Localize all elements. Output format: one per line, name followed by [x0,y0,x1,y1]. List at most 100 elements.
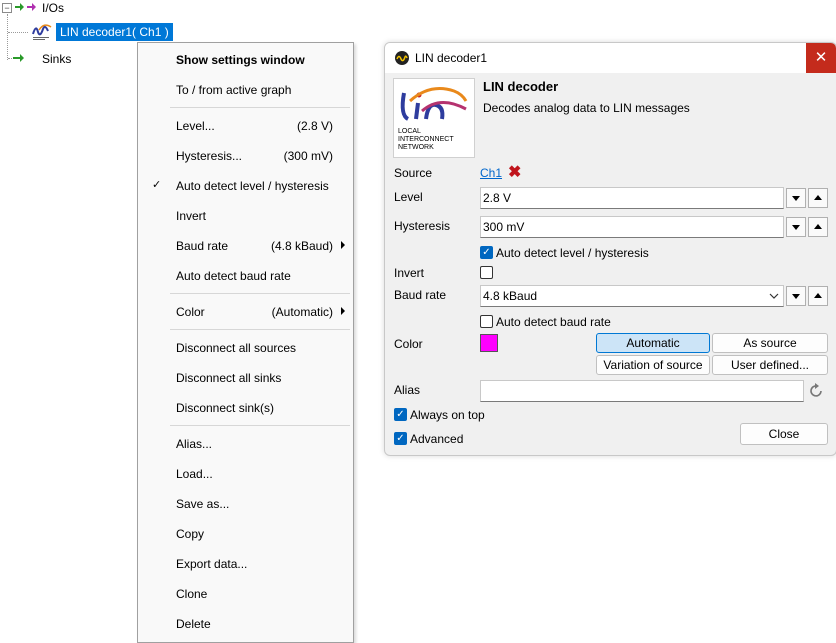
check-icon: ✓ [152,179,162,191]
baud-rate-label: Baud rate [394,288,447,302]
auto-detect-baud-label: Auto detect baud rate [496,315,611,329]
logo-caption: NETWORK [398,144,434,151]
menu-item-label: Copy [176,527,205,541]
always-on-top-label: Always on top [410,408,485,422]
menu-disconnect-all-sinks[interactable]: Disconnect all sinks [138,367,353,389]
baud-increment-button[interactable] [808,286,828,306]
tree-line [8,32,28,33]
lin-logo-graphic [400,87,468,121]
settings-dialog: LIN decoder1 ✕ LOCAL INTERCONNECT NETWOR… [384,42,836,456]
always-on-top-checkbox[interactable]: ✓ [394,408,407,421]
remove-source-icon[interactable]: ✖ [508,162,521,182]
menu-hysteresis[interactable]: Hysteresis... (300 mV) [138,145,353,167]
tree-sinks-label[interactable]: Sinks [42,52,71,66]
menu-item-value: (Automatic) [271,305,333,319]
source-label: Source [394,166,433,180]
menu-to-from-graph[interactable]: To / from active graph [138,79,353,101]
menu-item-label: Auto detect baud rate [176,269,291,283]
menu-copy[interactable]: Copy [138,523,353,545]
baud-decrement-button[interactable] [786,286,806,306]
submenu-arrow-icon [341,307,345,315]
menu-separator [170,425,350,426]
lin-logo: LOCAL INTERCONNECT NETWORK [393,78,475,158]
chevron-up-icon [814,293,822,298]
menu-separator [170,293,350,294]
tree-root-label[interactable]: I/Os [42,1,64,15]
context-menu: Show settings window To / from active gr… [137,42,354,643]
reset-icon[interactable] [809,383,825,399]
level-decrement-button[interactable] [786,188,806,208]
hysteresis-value: 300 mV [483,220,525,234]
hysteresis-label: Hysteresis [394,219,451,233]
menu-clone[interactable]: Clone [138,583,353,605]
chevron-up-icon [814,224,822,229]
chevron-down-icon [769,293,779,299]
menu-item-label: Disconnect all sources [176,341,297,355]
hysteresis-decrement-button[interactable] [786,217,806,237]
baud-rate-value: 4.8 kBaud [483,289,538,303]
menu-item-value: (300 mV) [283,149,333,163]
auto-detect-baud-checkbox[interactable] [480,315,493,328]
menu-item-label: Save as... [176,497,230,511]
menu-item-label: Color [176,305,205,319]
menu-alias[interactable]: Alias... [138,433,353,455]
level-input[interactable]: 2.8 V [480,187,784,209]
color-variation-button[interactable]: Variation of source [596,355,710,375]
menu-item-label: Disconnect all sinks [176,371,282,385]
color-swatch[interactable] [480,334,498,352]
submenu-arrow-icon [341,241,345,249]
color-label: Color [394,337,423,351]
menu-export-data[interactable]: Export data... [138,553,353,575]
menu-separator [170,107,350,108]
auto-detect-level-checkbox[interactable]: ✓ [480,246,493,259]
menu-item-label: Show settings window [176,53,305,67]
menu-disconnect-all-sources[interactable]: Disconnect all sources [138,337,353,359]
menu-show-settings[interactable]: Show settings window [138,49,353,71]
menu-item-label: Disconnect sink(s) [176,401,275,415]
color-automatic-button[interactable]: Automatic [596,333,710,353]
menu-level[interactable]: Level... (2.8 V) [138,115,353,137]
menu-item-label: Level... [176,119,215,133]
menu-load[interactable]: Load... [138,463,353,485]
chevron-up-icon [814,195,822,200]
dialog-titlebar[interactable]: LIN decoder1 ✕ [385,43,836,73]
menu-item-label: Delete [176,617,211,631]
menu-baud-rate[interactable]: Baud rate (4.8 kBaud) [138,235,353,257]
menu-item-label: Auto detect level / hysteresis [176,179,329,193]
invert-label: Invert [394,266,425,280]
color-user-defined-button[interactable]: User defined... [712,355,828,375]
menu-item-label: Invert [176,209,207,223]
menu-save-as[interactable]: Save as... [138,493,353,515]
chevron-down-icon [792,225,800,230]
alias-label: Alias [394,383,421,397]
close-button[interactable]: Close [740,423,828,445]
menu-invert[interactable]: Invert [138,205,353,227]
menu-item-value: (4.8 kBaud) [270,239,333,253]
source-link[interactable]: Ch1 [480,166,502,180]
io-arrows-icon [15,3,36,11]
collapse-toggle[interactable]: − [2,3,12,13]
menu-item-label: Load... [176,467,213,481]
tree-node-lin-decoder[interactable]: LIN decoder1( Ch1 ) [56,23,173,41]
menu-disconnect-sinks[interactable]: Disconnect sink(s) [138,397,353,419]
chevron-down-icon [792,294,800,299]
close-icon[interactable]: ✕ [806,43,836,73]
menu-auto-detect-level[interactable]: ✓ Auto detect level / hysteresis [138,175,353,197]
color-as-source-button[interactable]: As source [712,333,828,353]
hysteresis-input[interactable]: 300 mV [480,216,784,238]
invert-checkbox[interactable] [480,266,493,279]
level-increment-button[interactable] [808,188,828,208]
decoder-description: Decodes analog data to LIN messages [483,101,690,115]
menu-item-label: Baud rate [176,239,229,253]
sink-arrow-icon [13,54,24,62]
alias-input[interactable] [480,380,804,402]
menu-item-label: Clone [176,587,208,601]
advanced-checkbox[interactable]: ✓ [394,432,407,445]
menu-item-label: Hysteresis... [176,149,243,163]
baud-rate-select[interactable]: 4.8 kBaud [480,285,784,307]
auto-detect-level-label: Auto detect level / hysteresis [496,246,649,260]
menu-color[interactable]: Color (Automatic) [138,301,353,323]
menu-delete[interactable]: Delete [138,613,353,635]
menu-auto-detect-baud[interactable]: Auto detect baud rate [138,265,353,287]
hysteresis-increment-button[interactable] [808,217,828,237]
